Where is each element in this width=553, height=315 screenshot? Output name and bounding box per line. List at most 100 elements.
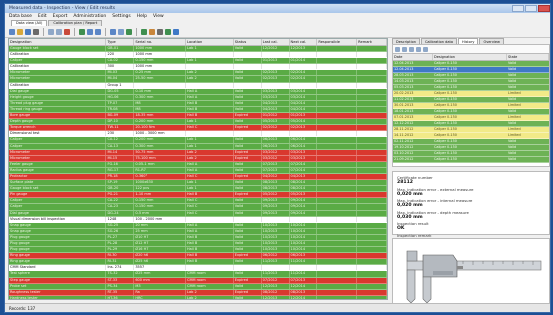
close-button[interactable]	[538, 5, 550, 12]
column-header[interactable]: Next cal.	[290, 39, 318, 45]
sort-icon[interactable]	[87, 28, 93, 35]
column-header[interactable]: Status	[234, 39, 262, 45]
column-header[interactable]: Responsible	[317, 39, 358, 45]
open-icon[interactable]	[17, 28, 23, 35]
list-icon[interactable]	[118, 28, 124, 35]
detail-tab[interactable]: Description	[392, 38, 420, 44]
table-cell: Valid	[234, 46, 262, 52]
history-cell: Valid	[508, 151, 517, 155]
table-cell: 0-200 mm	[134, 119, 187, 125]
menu-item-edit[interactable]: Edit	[38, 14, 47, 19]
column-header[interactable]: Serial no.	[134, 39, 187, 45]
menu-item-view[interactable]: View	[153, 14, 164, 19]
history-cell: Valid	[508, 145, 517, 149]
chart-icon[interactable]	[126, 28, 132, 35]
history-cell: Caliper 0-150	[434, 61, 457, 65]
history-column-header[interactable]: State	[507, 54, 549, 60]
delete-icon[interactable]	[64, 28, 70, 35]
edit-icon[interactable]	[402, 46, 407, 52]
detail-tab[interactable]: Calibration data	[420, 38, 457, 44]
table-cell: Hall B	[186, 253, 234, 259]
table-cell: Ø12 H7	[134, 241, 187, 247]
table-cell: Caliper	[9, 143, 107, 149]
table-cell: PL-28	[106, 241, 135, 247]
column-header[interactable]: Type	[106, 39, 135, 45]
table-cell: 01/2013	[290, 113, 318, 119]
delete-icon[interactable]	[409, 46, 414, 52]
table-cell	[357, 46, 387, 52]
table-cell: Expired	[234, 149, 262, 155]
menu-item-settings[interactable]: Settings	[112, 14, 130, 19]
table-cell	[317, 192, 358, 198]
find-icon[interactable]	[95, 28, 101, 35]
detail-tab[interactable]: History	[457, 38, 479, 44]
table-cell: 0-300 mm	[134, 143, 187, 149]
grid-icon[interactable]	[110, 28, 116, 35]
menu-item-data-base[interactable]: Data base	[9, 14, 32, 19]
table-cell	[357, 125, 387, 131]
menu-item-help[interactable]: Help	[137, 14, 147, 19]
column-header[interactable]: Last cal.	[262, 39, 290, 45]
table-cell	[262, 131, 290, 137]
history-cell: Valid	[508, 109, 517, 113]
history-column-header[interactable]: Date	[393, 54, 433, 60]
table-cell	[317, 100, 358, 106]
print-icon[interactable]	[33, 28, 39, 35]
menu-item-export[interactable]: Export	[53, 14, 68, 19]
settings-icon[interactable]	[157, 28, 163, 35]
table-cell	[357, 167, 387, 173]
new-icon[interactable]	[9, 28, 15, 35]
refresh-icon[interactable]	[165, 28, 171, 35]
doc-tab[interactable]: Data view (All)	[11, 20, 48, 26]
history-cell: Valid	[508, 61, 517, 65]
table-cell	[290, 265, 318, 271]
table-cell	[357, 161, 387, 167]
copy-icon[interactable]	[48, 28, 54, 35]
table-cell	[317, 180, 358, 186]
column-header[interactable]: Remark	[357, 39, 387, 45]
table-cell: 07/2014	[290, 167, 318, 173]
table-cell: Dial gauge	[9, 88, 107, 94]
minimize-button[interactable]	[512, 5, 524, 12]
history-column-header[interactable]: Designation	[433, 54, 507, 60]
add-icon[interactable]	[395, 46, 400, 52]
table-cell: 07/2013	[290, 277, 318, 283]
column-header[interactable]: Location	[186, 39, 234, 45]
table-cell: 01/2014	[290, 58, 318, 64]
table-cell: Valid	[234, 76, 262, 82]
table-cell: Thread plug gauge	[9, 100, 107, 106]
table-cell: 12/2014	[290, 295, 318, 299]
maximize-button[interactable]	[525, 5, 537, 12]
table-cell: Lab 2	[186, 149, 234, 155]
table-cell	[317, 167, 358, 173]
table-cell: TR-08	[106, 106, 135, 113]
history-cell: Valid	[508, 97, 517, 101]
history-cell: 11.02.2013	[394, 97, 414, 101]
print-icon[interactable]	[416, 46, 421, 52]
table-cell: 12/2013	[262, 283, 290, 289]
detail-tab[interactable]: Overview	[479, 38, 504, 44]
table-cell	[357, 119, 387, 125]
help-icon[interactable]	[173, 28, 179, 35]
filter-icon[interactable]	[79, 28, 85, 35]
history-cell: Caliper 0-150	[434, 97, 457, 101]
table-cell	[317, 113, 358, 119]
export-icon[interactable]	[423, 46, 428, 52]
table-cell	[357, 52, 387, 58]
import-icon[interactable]	[149, 28, 155, 35]
history-row[interactable]: 21.09.2012 Caliper 0-150 Valid	[393, 157, 549, 163]
export-icon[interactable]	[141, 28, 147, 35]
menu-item-administration[interactable]: Administration	[73, 14, 106, 19]
table-cell	[357, 173, 387, 180]
paste-icon[interactable]	[56, 28, 62, 35]
doc-tab[interactable]: Calibration plan / Report	[48, 20, 103, 26]
table-cell	[317, 137, 358, 143]
table-cell: FG-16	[106, 161, 135, 167]
table-cell	[317, 186, 358, 192]
table-cell: Hall B	[186, 192, 234, 198]
table-cell: MI-04	[106, 76, 135, 82]
save-icon[interactable]	[25, 28, 31, 35]
column-header[interactable]: Designation	[9, 39, 107, 45]
table-row[interactable]: Hardness tester HT-36 HRC Lab 2 Valid 12/2013…	[9, 295, 387, 299]
table-cell	[357, 283, 387, 289]
